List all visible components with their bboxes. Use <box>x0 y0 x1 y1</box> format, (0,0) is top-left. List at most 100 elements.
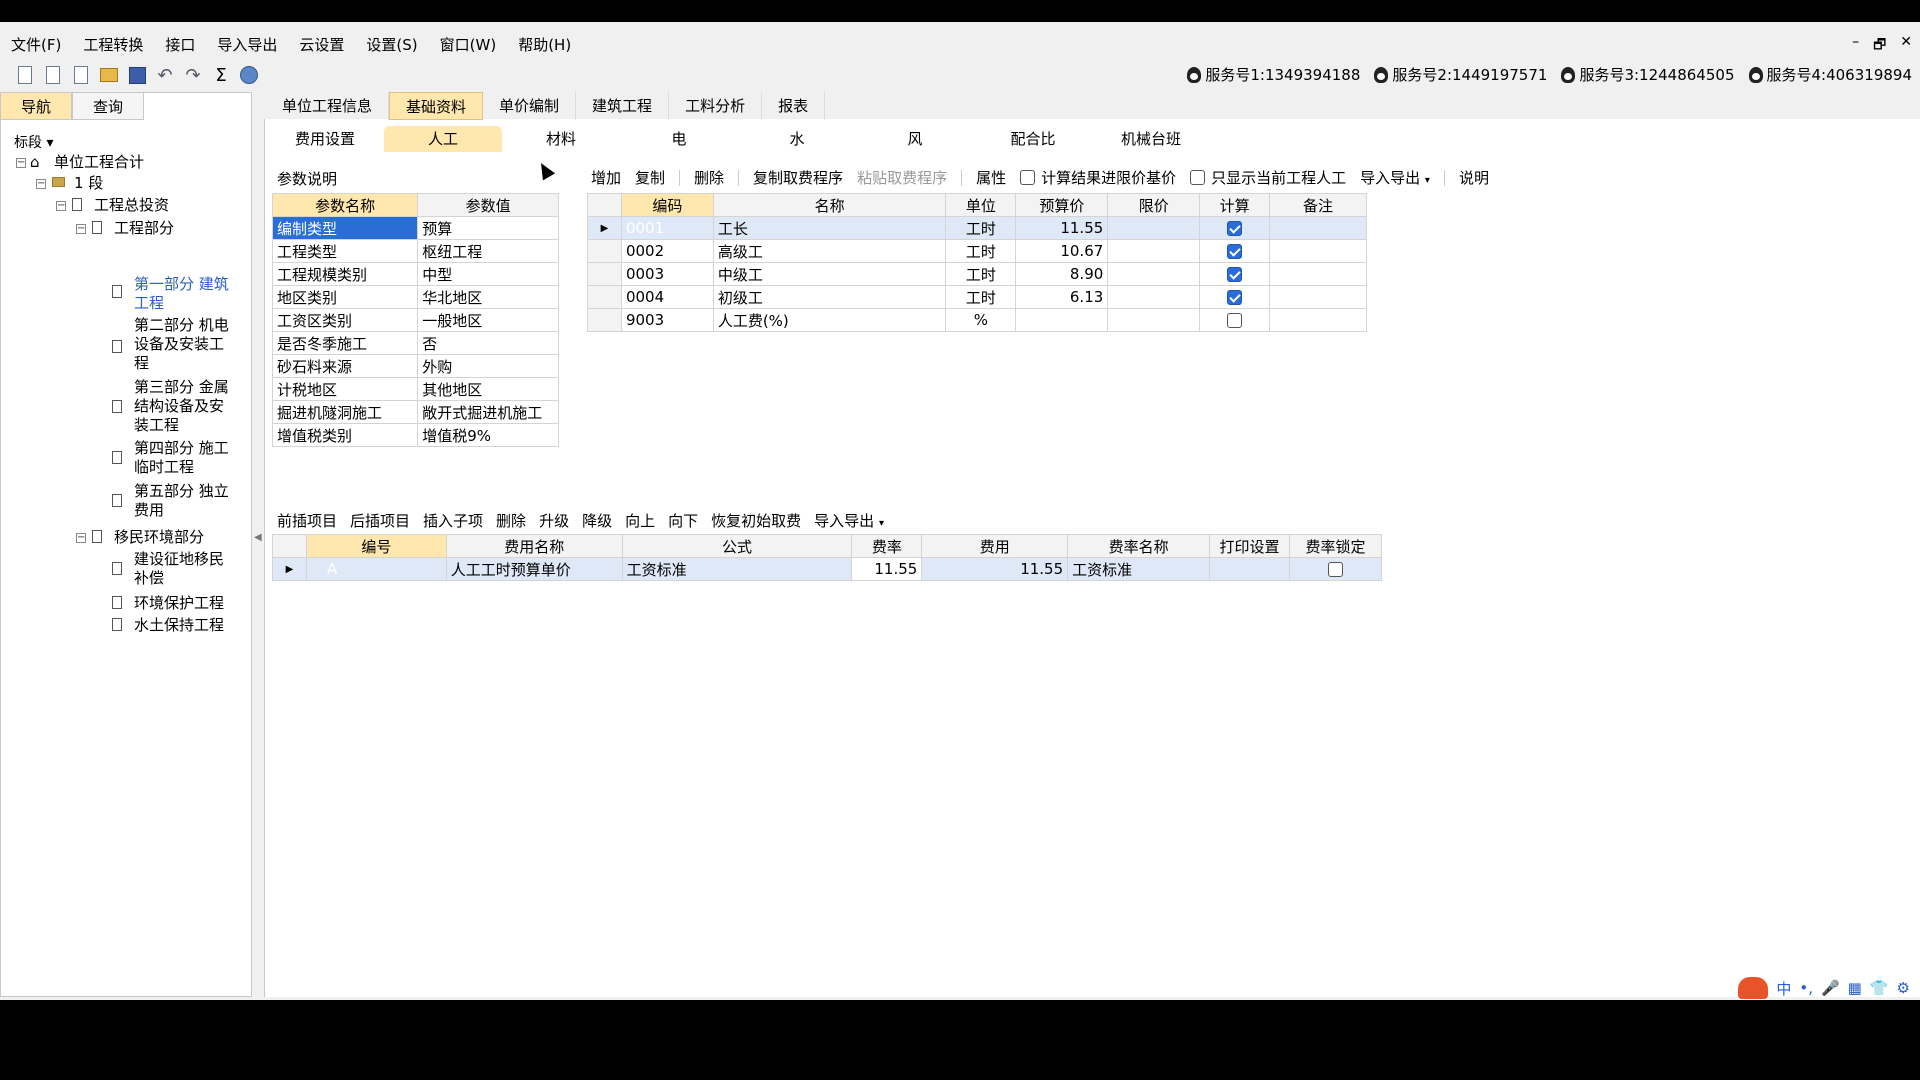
sogou-logo-icon[interactable] <box>1738 977 1769 999</box>
keyboard-icon[interactable]: ▦ <box>1848 979 1862 997</box>
help-button[interactable]: 说明 <box>1459 167 1489 188</box>
copy-fee-procedure-button[interactable]: 复制取费程序 <box>753 167 843 188</box>
restore-fee-button[interactable]: 恢复初始取费 <box>711 510 801 531</box>
menu-window[interactable]: 窗口(W) <box>429 32 508 58</box>
calc-checkbox[interactable] <box>1227 290 1243 305</box>
tree-part-2[interactable]: 第二部分 机电设备及安装工程 <box>134 316 234 373</box>
collapse-toggle[interactable]: − <box>76 533 86 543</box>
settings-icon[interactable]: ⚙ <box>1897 979 1910 997</box>
subtab-electricity[interactable]: 电 <box>620 126 738 152</box>
collapse-toggle[interactable]: − <box>36 179 46 189</box>
tree-segment[interactable]: 1 段 <box>74 174 103 193</box>
col-fee[interactable]: 费用 <box>921 534 1069 558</box>
menu-file[interactable]: 文件(F) <box>0 32 72 58</box>
service-4[interactable]: 服务号4:406319894 <box>1748 64 1912 85</box>
close-button[interactable]: ✕ <box>1900 34 1912 58</box>
section-dropdown[interactable]: 标段 ▾ <box>14 132 53 152</box>
tree-part-3[interactable]: 第三部分 金属结构设备及安装工程 <box>134 378 234 435</box>
col-rate[interactable]: 费率 <box>851 534 923 558</box>
copy-doc-icon[interactable] <box>70 64 92 86</box>
calc-checkbox[interactable] <box>1227 267 1243 282</box>
table-row[interactable]: 地区类别 华北地区 <box>271 285 559 309</box>
tree-migration-3[interactable]: 水土保持工程 <box>134 616 224 635</box>
tree-total-investment[interactable]: 工程总投资 <box>94 196 169 215</box>
tree-engineering[interactable]: 工程部分 <box>114 219 174 238</box>
tab-reports[interactable]: 报表 <box>762 92 826 120</box>
subtab-wind[interactable]: 风 <box>856 126 974 152</box>
col-formula[interactable]: 公式 <box>621 534 853 558</box>
table-row[interactable]: 掘进机隧洞施工 敞开式掘进机施工 <box>271 400 559 424</box>
subtab-mix-ratio[interactable]: 配合比 <box>974 126 1092 152</box>
col-limit-price[interactable]: 限价 <box>1107 193 1201 217</box>
table-row[interactable]: ▶ A 人工工时预算单价 工资标准 11.55 11.55 工资标准 <box>272 557 1383 581</box>
panel-splitter[interactable]: ◀ <box>252 92 264 997</box>
move-down-button[interactable]: 向下 <box>668 510 698 531</box>
table-row[interactable]: 砂石料来源 外购 <box>271 354 559 378</box>
globe-icon[interactable] <box>238 64 260 86</box>
new-file-icon[interactable] <box>14 64 36 86</box>
redo-icon[interactable]: ↷ <box>182 64 204 86</box>
insert-child-button[interactable]: 插入子项 <box>423 510 483 531</box>
restore-button[interactable]: 🗗 <box>1873 34 1886 58</box>
skin-icon[interactable]: 👕 <box>1870 979 1889 997</box>
calc-checkbox[interactable] <box>1227 221 1243 236</box>
collapse-toggle[interactable]: − <box>76 224 86 234</box>
tree-migration[interactable]: 移民环境部分 <box>114 528 204 547</box>
insert-before-button[interactable]: 前插项目 <box>277 510 337 531</box>
table-row[interactable]: ▶ 0001 工长 工时 11.55 <box>587 216 1367 240</box>
insert-after-button[interactable]: 后插项目 <box>350 510 410 531</box>
service-3[interactable]: 服务号3:1244864505 <box>1561 64 1735 85</box>
subtab-water[interactable]: 水 <box>738 126 856 152</box>
attributes-button[interactable]: 属性 <box>976 167 1006 188</box>
table-row[interactable]: 0004 初级工 工时 6.13 <box>587 285 1367 309</box>
tree-part-4[interactable]: 第四部分 施工临时工程 <box>134 439 234 477</box>
microphone-icon[interactable]: 🎤 <box>1821 979 1840 997</box>
col-name[interactable]: 名称 <box>712 193 947 217</box>
col-budget-price[interactable]: 预算价 <box>1015 193 1109 217</box>
undo-icon[interactable]: ↶ <box>154 64 176 86</box>
menu-help[interactable]: 帮助(H) <box>507 32 582 58</box>
table-row[interactable]: 工资区类别 一般地区 <box>271 308 559 332</box>
table-row[interactable]: 0003 中级工 工时 8.90 <box>587 262 1367 286</box>
tab-unit-info[interactable]: 单位工程信息 <box>266 92 390 120</box>
tree-part-1[interactable]: 第一部分 建筑工程 <box>134 275 234 313</box>
col-code[interactable]: 编码 <box>620 193 714 217</box>
service-2[interactable]: 服务号2:1449197571 <box>1374 64 1547 85</box>
promote-button[interactable]: 升级 <box>539 510 569 531</box>
col-print-settings[interactable]: 打印设置 <box>1209 534 1290 558</box>
col-unit[interactable]: 单位 <box>945 193 1017 217</box>
tab-navigation[interactable]: 导航 <box>0 92 72 120</box>
collapse-toggle[interactable]: − <box>16 158 26 168</box>
ime-chinese-icon[interactable]: 中 <box>1776 978 1791 999</box>
col-note[interactable]: 备注 <box>1269 193 1367 217</box>
param-name-header[interactable]: 参数名称 <box>271 193 419 217</box>
table-row[interactable]: 工程规模类别 中型 <box>271 262 559 286</box>
table-row[interactable]: 编制类型 预算 <box>271 216 559 240</box>
tab-unit-price[interactable]: 单价编制 <box>483 92 577 120</box>
subtab-fee-settings[interactable]: 费用设置 <box>266 126 384 152</box>
tree-part-5[interactable]: 第五部分 独立费用 <box>134 482 234 520</box>
demote-button[interactable]: 降级 <box>582 510 612 531</box>
tree-root[interactable]: 单位工程合计 <box>54 153 144 172</box>
col-fee-no[interactable]: 编号 <box>305 534 447 558</box>
save-icon[interactable] <box>126 64 148 86</box>
col-rate-lock[interactable]: 费率锁定 <box>1288 534 1383 558</box>
menu-settings[interactable]: 设置(S) <box>355 32 428 58</box>
service-1[interactable]: 服务号1:1349394188 <box>1187 64 1360 85</box>
sum-icon[interactable]: Σ <box>210 64 232 86</box>
calc-checkbox[interactable] <box>1227 244 1243 259</box>
ime-punctuation-icon[interactable]: •, <box>1799 979 1813 997</box>
minimize-button[interactable]: – <box>1852 34 1859 58</box>
menu-interface[interactable]: 接口 <box>154 32 206 58</box>
col-fee-name[interactable]: 费用名称 <box>445 534 623 558</box>
import-export-dropdown[interactable]: 导入导出 ▾ <box>1360 167 1430 188</box>
delete-button[interactable]: 删除 <box>694 167 724 188</box>
delete-item-button[interactable]: 删除 <box>496 510 526 531</box>
new-doc-icon[interactable] <box>42 64 64 86</box>
tab-building[interactable]: 建筑工程 <box>576 92 670 120</box>
tree-migration-2[interactable]: 环境保护工程 <box>134 594 224 613</box>
table-row[interactable]: 增值税类别 增值税9% <box>271 423 559 447</box>
collapse-toggle[interactable]: − <box>56 201 66 211</box>
copy-button[interactable]: 复制 <box>635 167 665 188</box>
table-row[interactable]: 是否冬季施工否 <box>271 331 559 355</box>
